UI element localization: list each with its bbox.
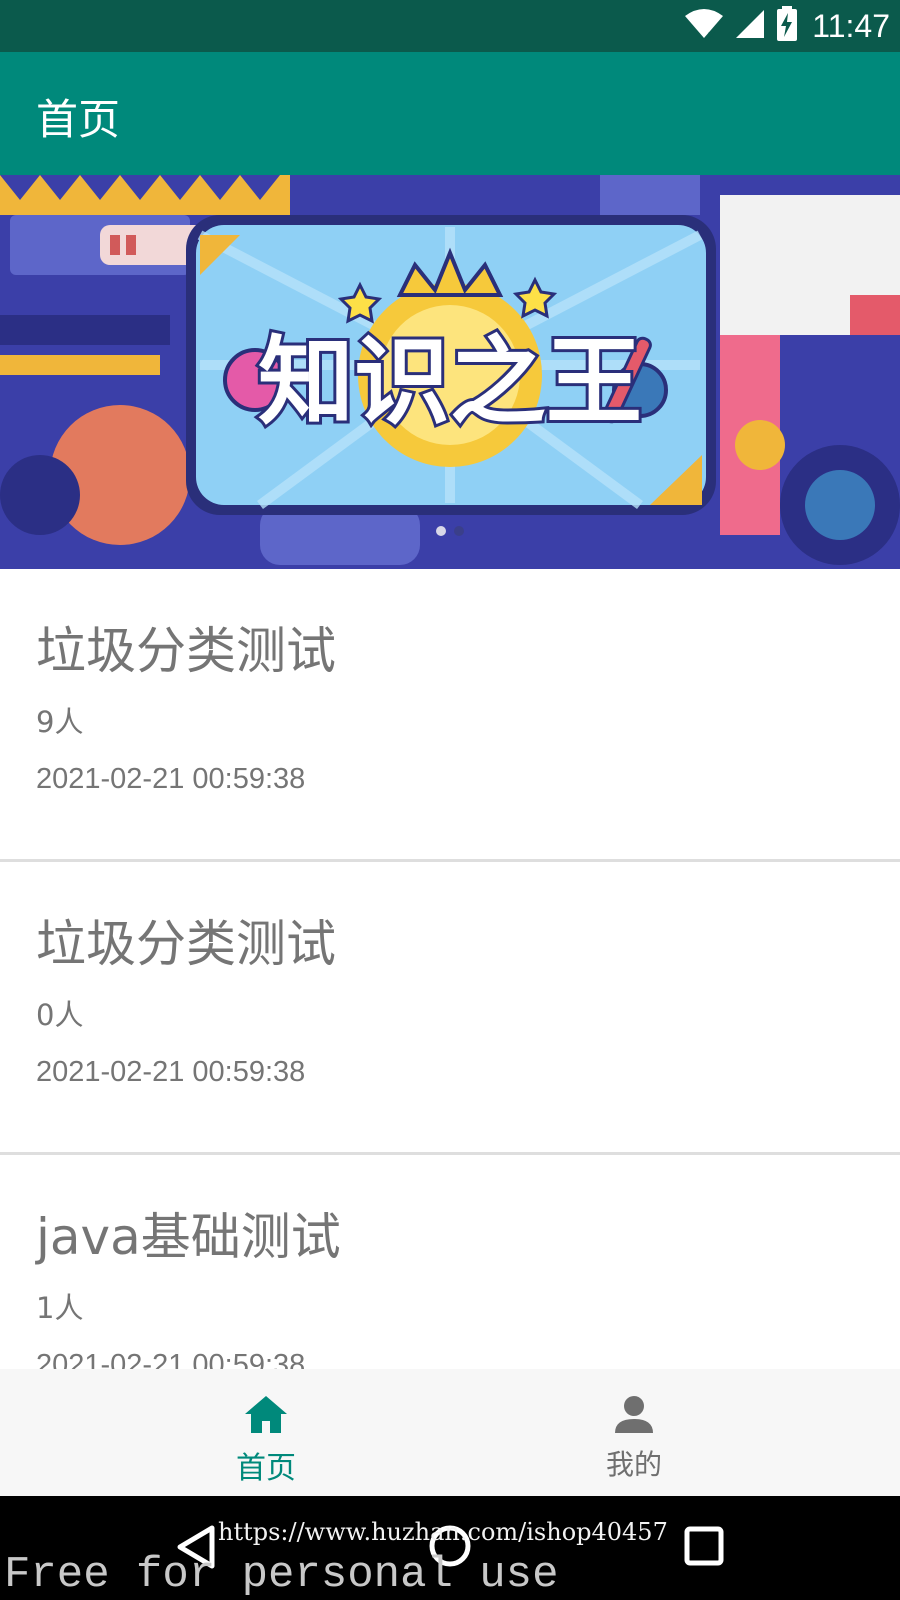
list-item[interactable]: 垃圾分类测试 9人 2021-02-21 00:59:38 — [0, 569, 900, 862]
person-icon — [610, 1391, 658, 1439]
item-participant-count: 9人 — [36, 705, 84, 739]
quiz-list[interactable]: 垃圾分类测试 9人 2021-02-21 00:59:38 垃圾分类测试 0人 … — [0, 569, 900, 1369]
list-item[interactable]: 垃圾分类测试 0人 2021-02-21 00:59:38 — [0, 862, 900, 1155]
status-bar: x 11:47 — [0, 0, 900, 52]
status-icons: x 11:47 — [684, 0, 890, 52]
carousel-dot — [454, 526, 464, 536]
item-timestamp: 2021-02-21 00:59:38 — [36, 1349, 306, 1369]
carousel-dot-active — [436, 526, 446, 536]
wifi-icon: x — [684, 8, 724, 44]
page-title: 首页 — [36, 95, 121, 144]
banner-image: 知识之王 — [0, 175, 900, 569]
bottom-nav: 首页 我的 — [0, 1369, 900, 1496]
item-title: java基础测试 — [36, 1208, 341, 1266]
item-title: 垃圾分类测试 — [36, 915, 336, 973]
app-bar: 首页 — [0, 52, 900, 175]
nav-tab-home[interactable]: 首页 — [166, 1369, 366, 1496]
item-participant-count: 1人 — [36, 1291, 84, 1325]
status-time: 11:47 — [812, 7, 890, 44]
svg-text:x: x — [708, 28, 715, 40]
banner-title: 知识之王 — [258, 326, 642, 438]
banner-carousel[interactable]: 知识之王 — [0, 175, 900, 569]
system-nav-bar: https://www.huzhan.com/ishop40457 Free f… — [0, 1496, 900, 1600]
url-overlay: https://www.huzhan.com/ishop40457 — [218, 1518, 668, 1546]
signal-icon — [734, 8, 766, 44]
battery-charging-icon — [776, 6, 798, 46]
item-timestamp: 2021-02-21 00:59:38 — [36, 763, 306, 795]
nav-tab-label: 我的 — [605, 1448, 662, 1481]
home-icon — [242, 1391, 290, 1439]
recents-icon[interactable] — [684, 1526, 724, 1570]
list-item[interactable]: java基础测试 1人 2021-02-21 00:59:38 — [0, 1155, 900, 1369]
item-participant-count: 0人 — [36, 998, 84, 1032]
item-timestamp: 2021-02-21 00:59:38 — [36, 1056, 306, 1088]
item-title: 垃圾分类测试 — [36, 622, 336, 680]
nav-tab-mine[interactable]: 我的 — [534, 1369, 734, 1496]
nav-tab-label: 首页 — [236, 1451, 296, 1486]
watermark: Free for personal use — [4, 1550, 559, 1600]
